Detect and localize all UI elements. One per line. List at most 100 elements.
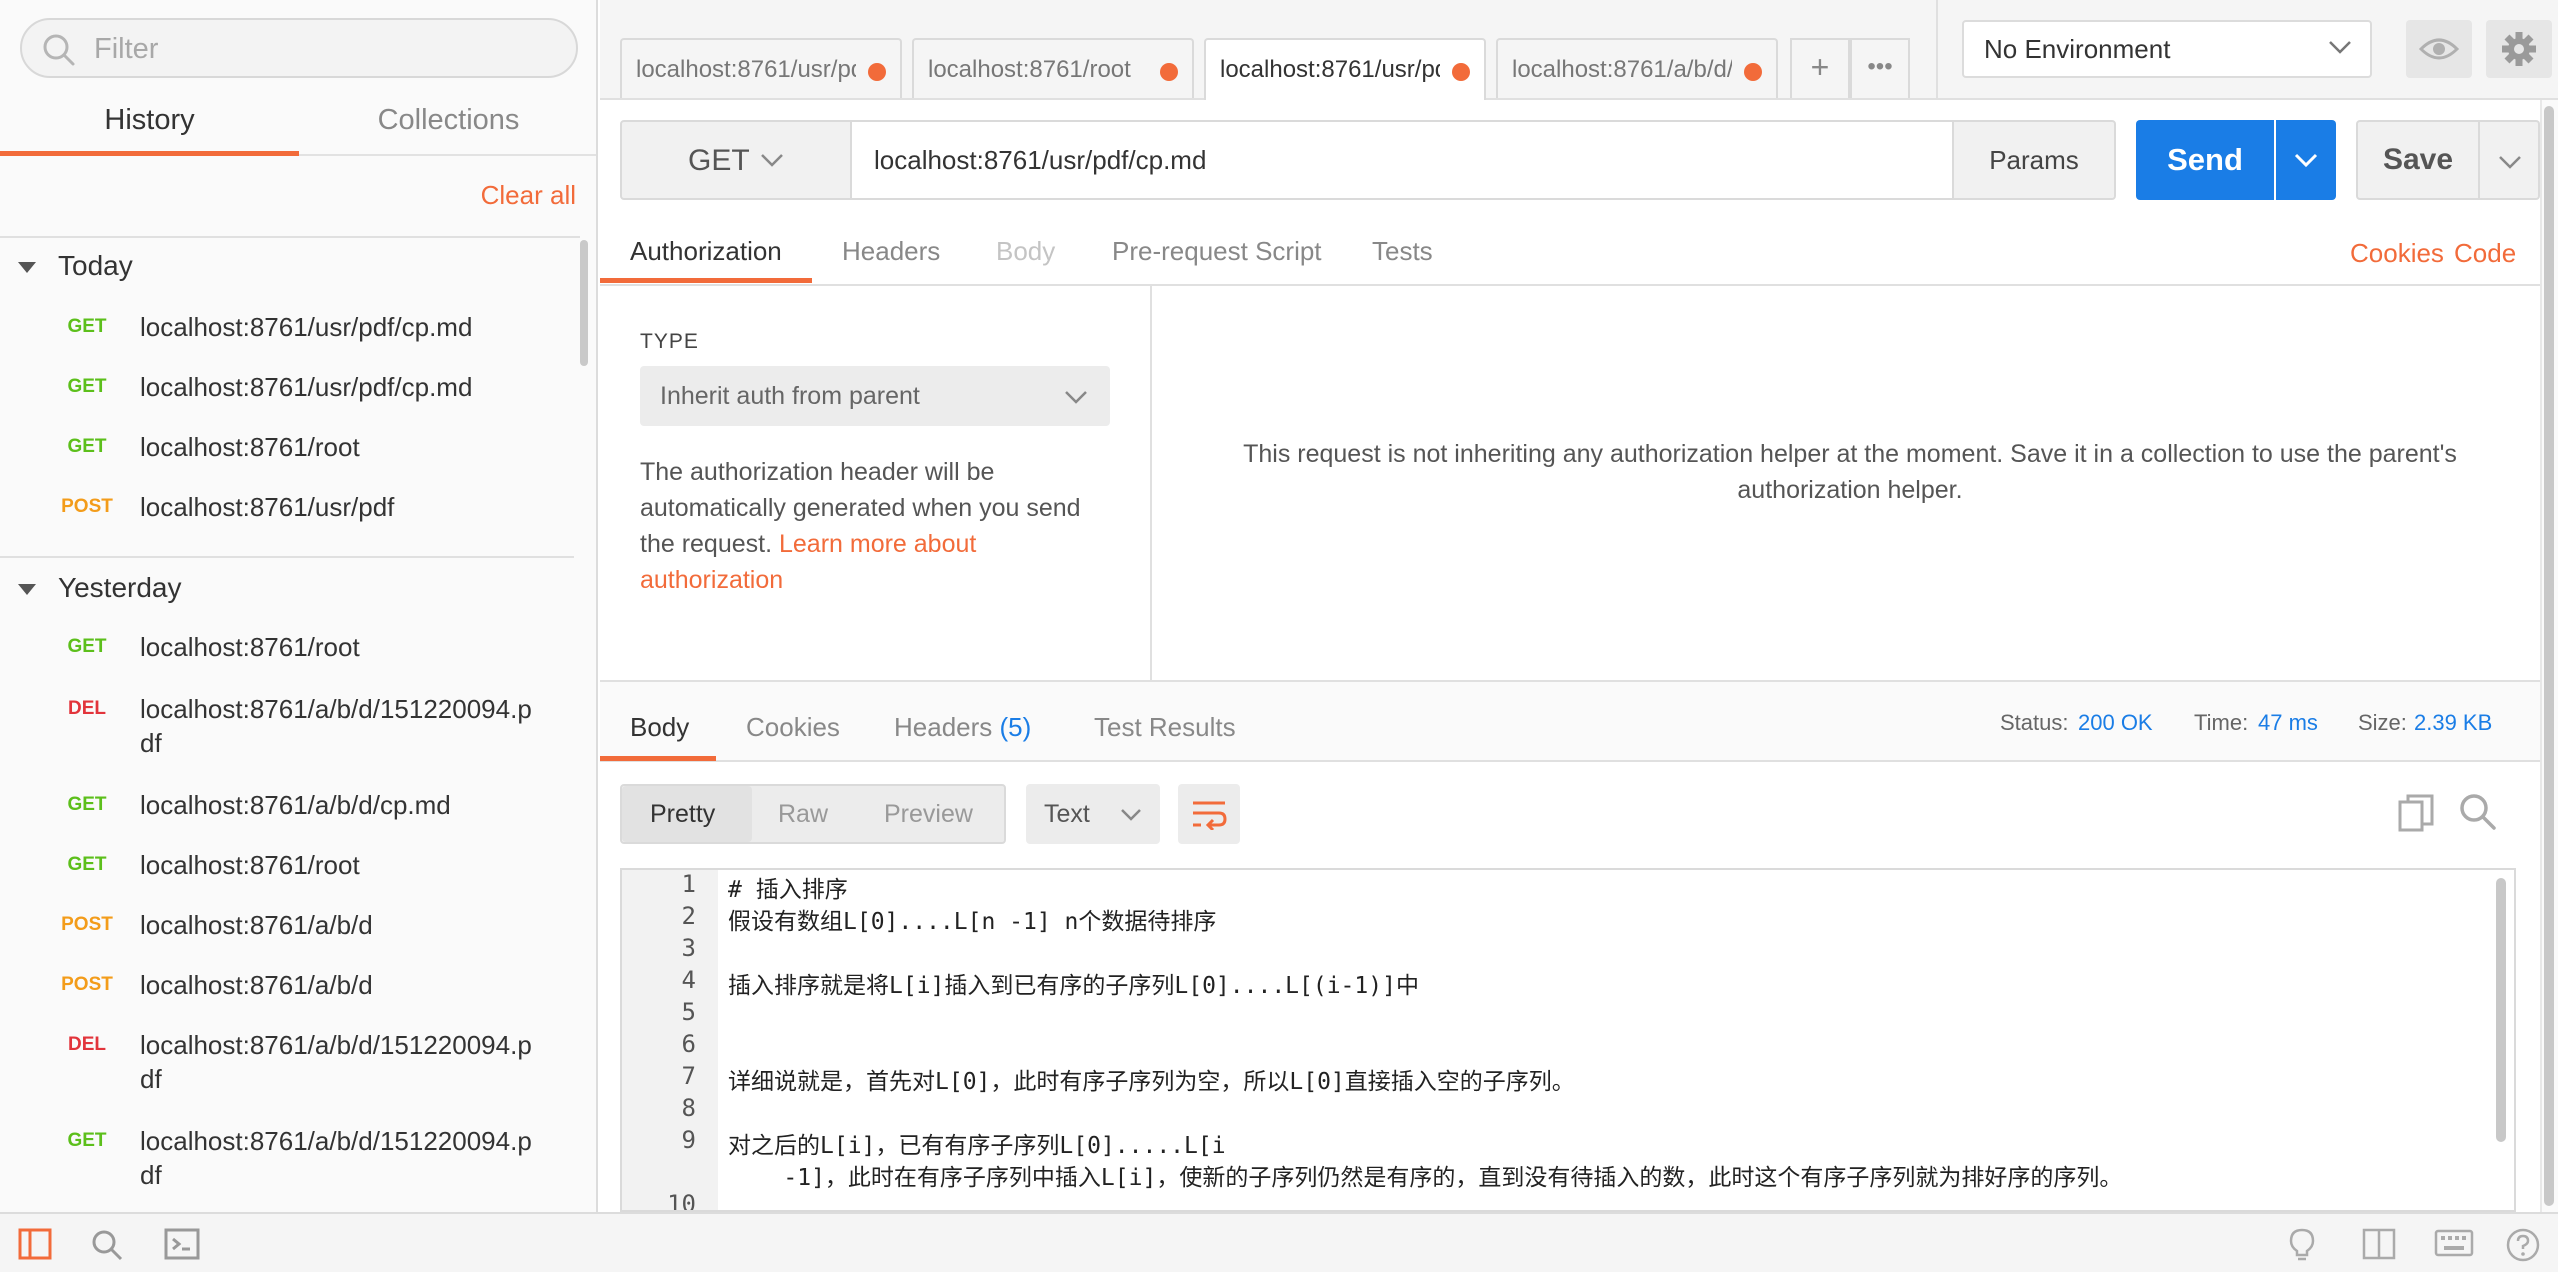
line-number: 2 <box>681 902 696 930</box>
request-tab-active[interactable]: localhost:8761/usr/pdf/cp.md <box>1204 38 1486 100</box>
auth-type-label: TYPE <box>640 330 699 353</box>
line-number: 8 <box>681 1094 696 1122</box>
url-input[interactable] <box>852 120 1954 200</box>
history-url: localhost:8761/root <box>140 632 360 662</box>
keyboard-shortcuts-icon[interactable] <box>2434 1228 2474 1263</box>
view-mode-raw[interactable]: Raw <box>778 800 828 829</box>
status-value[interactable]: 200 OK <box>2078 710 2153 736</box>
help-icon[interactable] <box>2506 1228 2540 1267</box>
toggle-sidebar-icon[interactable] <box>18 1228 52 1265</box>
lightbulb-icon[interactable] <box>2288 1228 2316 1267</box>
auth-inherit-message: This request is not inheriting any autho… <box>1243 440 2457 504</box>
divider <box>0 236 580 238</box>
method-badge: POST <box>61 496 113 517</box>
history-url: localhost:8761/a/b/d/cp.md <box>140 790 451 820</box>
group-header-today[interactable]: Today <box>18 250 133 282</box>
tab-tests[interactable]: Tests <box>1372 236 1433 267</box>
chevron-down-icon <box>1065 391 1087 404</box>
tab-headers[interactable]: Headers <box>842 236 940 267</box>
code-line: 对之后的L[i]，已有有序子序列L[0].....L[i <box>728 1133 1226 1159</box>
caret-down-icon <box>18 262 36 274</box>
line-number: 3 <box>681 934 696 962</box>
console-icon[interactable] <box>164 1228 200 1265</box>
unsaved-dot-icon <box>1744 63 1762 81</box>
response-body-editor[interactable]: 1 2 3 4 5 6 7 8 9 10 # 插入排序 假设有数组L[0]...… <box>620 868 2516 1212</box>
clear-all-link[interactable]: Clear all <box>481 180 576 211</box>
chevron-down-icon <box>1121 809 1141 821</box>
gear-icon <box>2502 32 2536 66</box>
send-button[interactable]: Send <box>2136 120 2274 200</box>
send-options-button[interactable] <box>2276 120 2336 200</box>
request-tab-title: localhost:8761/usr/pdf/cp.md <box>1220 56 1440 83</box>
save-options-button[interactable] <box>2480 120 2540 200</box>
environment-quick-look-button[interactable] <box>2406 20 2472 78</box>
active-tab-indicator <box>600 278 812 283</box>
history-url: localhost:8761/a/b/d/151220094.pdf <box>140 1126 532 1190</box>
search-icon[interactable] <box>2458 792 2498 837</box>
view-mode-pretty[interactable]: Pretty <box>650 800 715 829</box>
tab-authorization[interactable]: Authorization <box>630 236 782 267</box>
tab-pre-request-script[interactable]: Pre-request Script <box>1112 236 1322 267</box>
method-badge: POST <box>61 974 113 995</box>
chevron-down-icon <box>761 154 783 167</box>
code-link[interactable]: Code <box>2454 238 2516 269</box>
tab-history[interactable]: History <box>0 98 299 156</box>
code-line: 插入排序就是将L[i]插入到已有序的子序列L[0]....L[(i-1)]中 <box>728 973 1419 999</box>
code-line: -1]，此时在有序子序列中插入L[i]，使新的子序列仍然是有序的，直到没有待插入… <box>728 1165 2123 1191</box>
method-badge: GET <box>67 636 107 657</box>
environment-area: No Environment <box>1936 0 2558 100</box>
method-select[interactable]: GET <box>620 120 852 200</box>
request-tab[interactable]: localhost:8761/root <box>912 38 1194 98</box>
find-icon[interactable] <box>90 1228 124 1267</box>
two-pane-view-icon[interactable] <box>2362 1228 2396 1265</box>
response-tab-cookies[interactable]: Cookies <box>746 712 840 743</box>
auth-type-select[interactable]: Inherit auth from parent <box>640 366 1110 426</box>
code-line: 假设有数组L[0]....L[n -1] n个数据待排序 <box>728 909 1217 935</box>
request-tab-title: localhost:8761/a/b/d/151220094.pdf <box>1512 56 1732 83</box>
settings-button[interactable] <box>2486 20 2552 78</box>
history-url: localhost:8761/usr/pdf <box>140 492 395 522</box>
history-url: localhost:8761/usr/pdf/cp.md <box>140 312 473 342</box>
time-value[interactable]: 47 ms <box>2258 710 2318 736</box>
unsaved-dot-icon <box>868 63 886 81</box>
divider <box>0 556 574 558</box>
response-tab-headers[interactable]: Headers (5) <box>894 712 1031 743</box>
auth-description: The authorization header will be automat… <box>640 454 1100 598</box>
more-tabs-button[interactable]: ••• <box>1850 38 1910 98</box>
history-url: localhost:8761/a/b/d <box>140 970 373 1000</box>
method-badge: DEL <box>68 698 106 719</box>
response-tab-body[interactable]: Body <box>630 712 689 743</box>
save-button[interactable]: Save <box>2356 120 2480 200</box>
search-icon <box>43 34 75 66</box>
headers-count-badge: (5) <box>999 712 1032 742</box>
params-button[interactable]: Params <box>1952 120 2116 200</box>
environment-select[interactable]: No Environment <box>1962 20 2372 78</box>
size-value[interactable]: 2.39 KB <box>2414 710 2492 736</box>
cookies-link[interactable]: Cookies <box>2350 238 2444 269</box>
status-label: Status: <box>2000 710 2069 735</box>
response-tab-test-results[interactable]: Test Results <box>1094 712 1236 743</box>
request-tab[interactable]: localhost:8761/a/b/d/151220094.pdf <box>1496 38 1778 98</box>
sidebar-scrollbar[interactable] <box>580 240 588 366</box>
wrap-lines-button[interactable] <box>1178 784 1240 844</box>
view-mode-preview[interactable]: Preview <box>884 800 973 829</box>
tab-body[interactable]: Body <box>996 236 1055 267</box>
code-line: # 插入排序 <box>728 877 848 903</box>
line-number: 9 <box>681 1126 696 1154</box>
tab-collections[interactable]: Collections <box>299 98 596 156</box>
history-url: localhost:8761/root <box>140 432 360 462</box>
request-tab[interactable]: localhost:8761/usr/pdf/cp.md <box>620 38 902 98</box>
new-tab-button[interactable]: + <box>1790 38 1850 98</box>
copy-icon[interactable] <box>2398 794 2434 837</box>
size-label: Size: <box>2358 710 2407 735</box>
group-header-yesterday[interactable]: Yesterday <box>18 572 182 604</box>
filter-box[interactable] <box>20 18 578 78</box>
method-badge: GET <box>67 316 107 337</box>
format-select[interactable]: Text <box>1026 784 1160 844</box>
editor-scrollbar[interactable] <box>2496 878 2506 1142</box>
line-number-gutter: 1 2 3 4 5 6 7 8 9 10 <box>622 870 718 1210</box>
main-scrollbar[interactable] <box>2544 106 2554 1206</box>
filter-input[interactable] <box>94 30 554 68</box>
method-badge: GET <box>67 794 107 815</box>
line-number: 4 <box>681 966 696 994</box>
